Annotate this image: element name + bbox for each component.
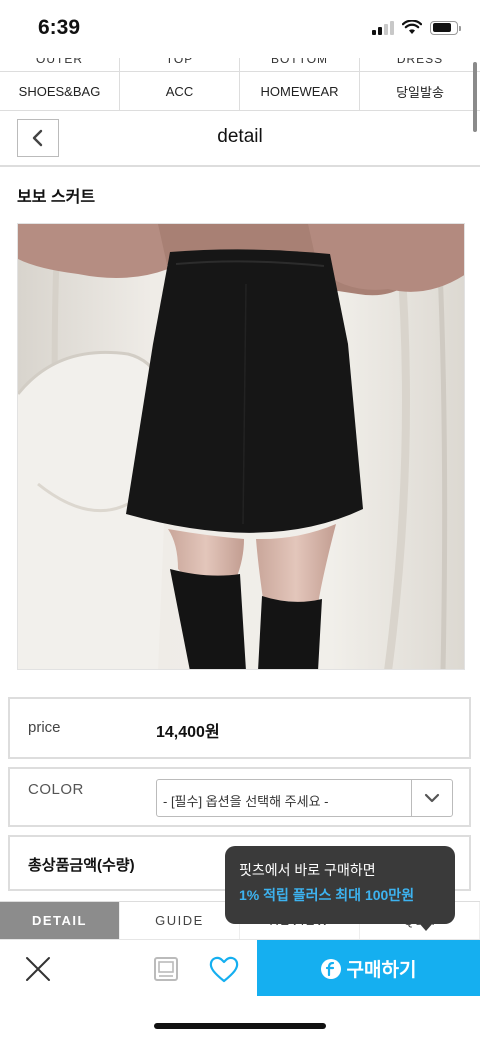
tooltip-line2: 1% 적립 플러스 최대 100만원 (239, 887, 415, 903)
color-row: COLOR - [필수] 옵션을 선택해 주세요 - (8, 767, 471, 827)
tooltip-line1: 핏츠에서 바로 구매하면 (239, 862, 376, 878)
battery-icon (430, 20, 461, 35)
price-row: price 14,400원 (8, 697, 471, 759)
color-label: COLOR (28, 781, 84, 798)
category-homewear[interactable]: HOMEWEAR (240, 72, 360, 110)
category-top[interactable]: TOP (120, 58, 240, 71)
price-label: price (28, 719, 61, 736)
promo-tooltip: 핏츠에서 바로 구매하면 1% 적립 플러스 최대 100만원 (225, 846, 455, 931)
detail-header: detail (0, 111, 480, 167)
buy-button[interactable]: 구매하기 (257, 940, 480, 997)
page-title: detail (217, 126, 263, 147)
buy-button-label: 구매하기 (346, 960, 417, 981)
scrollbar[interactable] (473, 62, 477, 132)
close-icon (26, 957, 50, 981)
product-image (17, 223, 465, 670)
tab-guide[interactable]: GUIDE (120, 902, 240, 939)
total-label: 총상품금액(수량) (28, 857, 135, 874)
chevron-down-icon (424, 793, 440, 803)
bookmark-icon (154, 957, 178, 981)
close-button[interactable] (22, 953, 54, 985)
payment-icon (320, 958, 341, 979)
color-select-arrow[interactable] (411, 780, 452, 816)
category-shoes-bag[interactable]: SHOES&BAG (0, 72, 120, 110)
product-photo (18, 224, 464, 669)
category-row: SHOES&BAG ACC HOMEWEAR 당일발송 (0, 72, 480, 111)
home-bar (0, 996, 480, 1039)
heart-icon (209, 956, 239, 983)
wifi-icon (402, 20, 422, 34)
bottom-action-bar: 구매하기 (0, 939, 480, 997)
color-select-value: - [필수] 옵션을 선택해 주세요 - (163, 794, 329, 809)
price-value: 14,400원 (156, 724, 220, 741)
heart-button[interactable] (208, 954, 240, 984)
category-dress[interactable]: DRESS (360, 58, 480, 71)
category-same-day-shipping[interactable]: 당일발송 (360, 72, 480, 110)
category-bottom[interactable]: BOTTOM (240, 58, 360, 71)
bookmark-button[interactable] (153, 956, 179, 982)
home-indicator[interactable] (154, 1023, 326, 1029)
status-bar: 6:39 (0, 0, 480, 58)
signal-icon (372, 20, 394, 35)
tab-detail[interactable]: DETAIL (0, 902, 120, 939)
product-name: 보보 스커트 (17, 189, 96, 206)
category-acc[interactable]: ACC (120, 72, 240, 110)
status-icons (372, 20, 461, 35)
color-select[interactable]: - [필수] 옵션을 선택해 주세요 - (156, 779, 453, 817)
status-time: 6:39 (38, 16, 81, 39)
category-row-partial: OUTER TOP BOTTOM DRESS (0, 58, 480, 72)
page: 6:39 OUTER TOP BOTTOM DRESS SHOES&BAG AC… (0, 0, 480, 1039)
category-outer[interactable]: OUTER (0, 58, 120, 71)
